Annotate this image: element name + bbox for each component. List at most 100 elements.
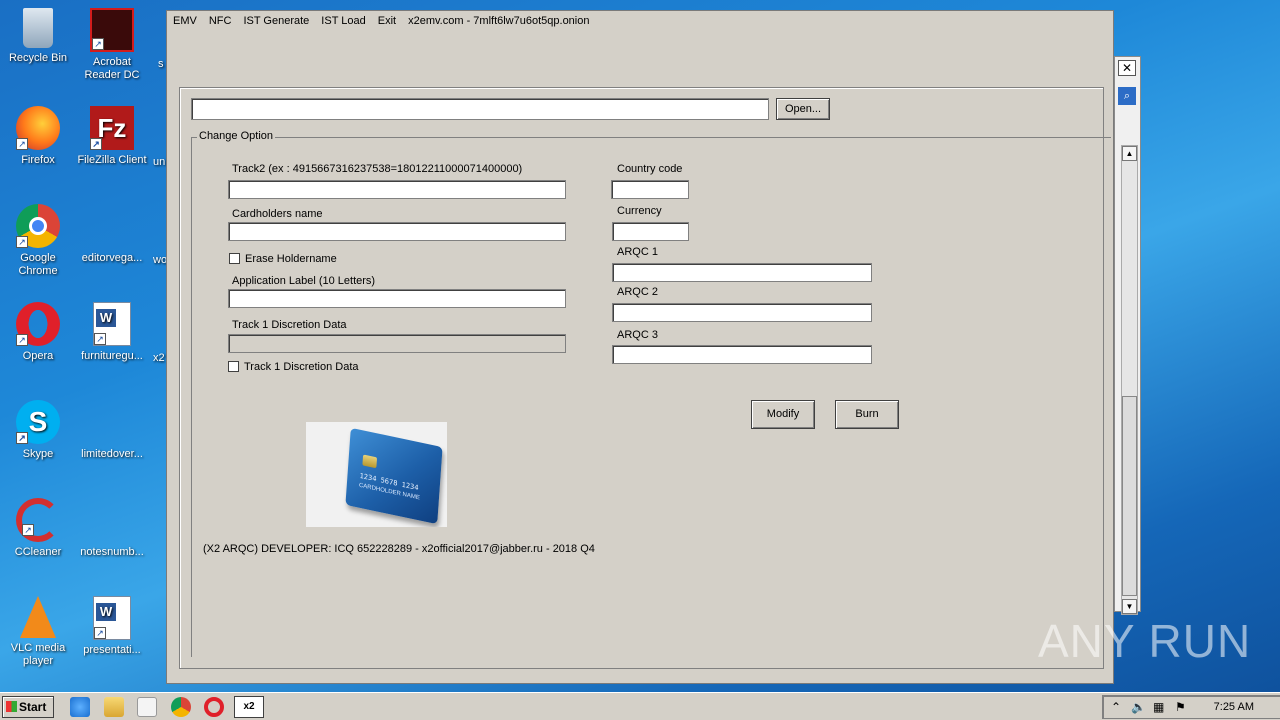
menu-nfc[interactable]: NFC	[209, 15, 232, 31]
internet-explorer-icon[interactable]	[70, 697, 90, 717]
close-icon[interactable]: ✕	[1118, 60, 1136, 76]
arqc1-input[interactable]	[612, 263, 872, 282]
system-tray: ⌃ 🔈 ▦ ⚑ 7:25 AM	[1102, 695, 1280, 719]
erase-holdername-label: Erase Holdername	[245, 253, 337, 265]
menu-ist-generate[interactable]: IST Generate	[243, 15, 309, 31]
partial-desktop-label: x2	[153, 352, 165, 364]
desktop-icon-label: editorvega...	[81, 252, 143, 264]
opera-taskbar-icon[interactable]	[204, 697, 224, 717]
burn-button[interactable]: Burn	[835, 400, 899, 429]
track1-disc-check-label: Track 1 Discretion Data	[244, 361, 359, 373]
word-document-icon: W ↗	[93, 302, 131, 346]
desktop-icon-opera[interactable]: ↗ Opera	[0, 302, 76, 363]
vlc-cone-icon	[20, 596, 56, 638]
track2-input[interactable]	[228, 180, 566, 199]
arqc2-label: ARQC 2	[617, 286, 658, 298]
desktop-icon-label: Skype	[22, 448, 54, 460]
desktop-icon-label: Firefox	[21, 154, 55, 166]
desktop-icon-ccleaner[interactable]: ↗ CCleaner	[0, 498, 76, 559]
blank-file-icon	[90, 498, 134, 542]
desktop-icon-label: Recycle Bin	[8, 52, 68, 64]
menu-exit[interactable]: Exit	[378, 15, 396, 31]
desktop-icon-presentati[interactable]: W ↗ presentati...	[74, 596, 150, 657]
erase-holdername-checkbox[interactable]	[229, 253, 240, 264]
file-explorer-icon[interactable]	[104, 697, 124, 717]
app-label-input[interactable]	[228, 289, 566, 308]
shortcut-arrow-icon: ↗	[94, 333, 106, 345]
chrome-icon: ↗	[16, 204, 60, 248]
credit-card-icon: 1234 5678 1234 CARDHOLDER NAME	[345, 427, 443, 525]
menu-emv[interactable]: EMV	[173, 15, 197, 31]
scroll-up-icon[interactable]: ▲	[1122, 146, 1137, 161]
cardholder-label: Cardholders name	[232, 208, 323, 220]
menu-bar: EMV NFC IST Generate IST Load Exit x2emv…	[173, 15, 589, 31]
recycle-bin-icon	[23, 8, 53, 48]
search-icon[interactable]: ⌕	[1118, 87, 1136, 105]
arqc3-label: ARQC 3	[617, 329, 658, 341]
currency-input[interactable]	[612, 222, 689, 241]
network-icon[interactable]: ▦	[1153, 700, 1164, 714]
chevron-up-icon[interactable]: ⌃	[1111, 700, 1121, 714]
clock[interactable]: 7:25 AM	[1214, 701, 1254, 713]
arqc2-input[interactable]	[612, 303, 872, 322]
shortcut-arrow-icon: ↗	[16, 236, 28, 248]
desktop-icon-filezilla[interactable]: Fz ↗ FileZilla Client	[74, 106, 150, 167]
taskbar: Start x2 ⌃ 🔈 ▦ ⚑ 7:25 AM	[0, 692, 1280, 720]
desktop-icon-label: CCleaner	[14, 546, 62, 558]
desktop-icon-notesnumb[interactable]: notesnumb...	[74, 498, 150, 559]
desktop-icon-vlc[interactable]: VLC media player	[0, 596, 76, 668]
x2emv-window: EMV NFC IST Generate IST Load Exit x2emv…	[166, 10, 1114, 684]
desktop-icon-furnituregu[interactable]: W ↗ furnituregu...	[74, 302, 150, 363]
app-label-label: Application Label (10 Letters)	[232, 275, 376, 287]
skype-icon: S ↗	[16, 400, 60, 444]
modify-button[interactable]: Modify	[751, 400, 815, 429]
volume-icon[interactable]: 🔈	[1131, 700, 1146, 714]
cardholder-input[interactable]	[228, 222, 566, 241]
arqc3-input[interactable]	[612, 345, 872, 364]
action-center-flag-icon[interactable]: ⚑	[1175, 700, 1186, 714]
desktop-icon-acrobat[interactable]: ↗ Acrobat Reader DC	[74, 8, 150, 82]
track1-disc-input[interactable]	[228, 334, 566, 353]
desktop-icon-limitedover[interactable]: limitedover...	[74, 400, 150, 461]
partial-desktop-label: wo	[153, 254, 168, 266]
filezilla-icon: Fz ↗	[90, 106, 134, 150]
arqc1-label: ARQC 1	[617, 246, 658, 258]
open-button[interactable]: Open...	[776, 98, 830, 120]
taskbar-x2-button[interactable]: x2	[234, 696, 264, 718]
desktop-icon-label: Acrobat Reader DC	[84, 56, 140, 81]
chrome-taskbar-icon[interactable]	[171, 697, 191, 717]
desktop-icon-skype[interactable]: S ↗ Skype	[0, 400, 76, 461]
currency-label: Currency	[617, 205, 662, 217]
desktop-icon-editorvega[interactable]: editorvega...	[74, 204, 150, 265]
track2-label: Track2 (ex : 4915667316237538=1801221100…	[232, 163, 523, 175]
desktop-icon-label: notesnumb...	[80, 546, 144, 558]
scrollbar[interactable]: ▲ ▼	[1121, 145, 1138, 615]
credit-card-image: 1234 5678 1234 CARDHOLDER NAME	[306, 422, 447, 527]
desktop-icon-label: VLC media player	[10, 642, 66, 667]
opera-icon: ↗	[16, 302, 60, 346]
desktop-icon-label: FileZilla Client	[77, 154, 147, 166]
partial-desktop-label: s	[158, 58, 164, 70]
shortcut-arrow-icon: ↗	[22, 524, 34, 536]
desktop-icon-recycle-bin[interactable]: Recycle Bin	[0, 8, 76, 65]
desktop-icon-label: Opera	[22, 350, 54, 362]
country-code-input[interactable]	[611, 180, 689, 199]
blank-file-icon	[90, 204, 134, 248]
track1-disc-checkbox[interactable]	[228, 361, 239, 372]
shortcut-arrow-icon: ↗	[16, 138, 28, 150]
desktop-icon-firefox[interactable]: ↗ Firefox	[0, 106, 76, 167]
start-button[interactable]: Start	[2, 696, 54, 718]
scroll-thumb[interactable]	[1122, 396, 1137, 596]
desktop-icon-label: furnituregu...	[81, 350, 143, 362]
shortcut-arrow-icon: ↗	[90, 138, 102, 150]
desktop-icon-label: Google Chrome	[18, 252, 58, 277]
desktop-icon-chrome[interactable]: ↗ Google Chrome	[0, 204, 76, 278]
media-player-icon[interactable]	[137, 697, 157, 717]
acrobat-icon: ↗	[90, 8, 134, 52]
menu-ist-load[interactable]: IST Load	[321, 15, 365, 31]
shortcut-arrow-icon: ↗	[16, 334, 28, 346]
card-chip-icon	[362, 454, 378, 469]
scroll-down-icon[interactable]: ▼	[1122, 599, 1137, 614]
file-path-input[interactable]	[191, 98, 769, 120]
window-title: x2emv.com - 7mlft6lw7u6ot5qp.onion	[408, 15, 590, 27]
